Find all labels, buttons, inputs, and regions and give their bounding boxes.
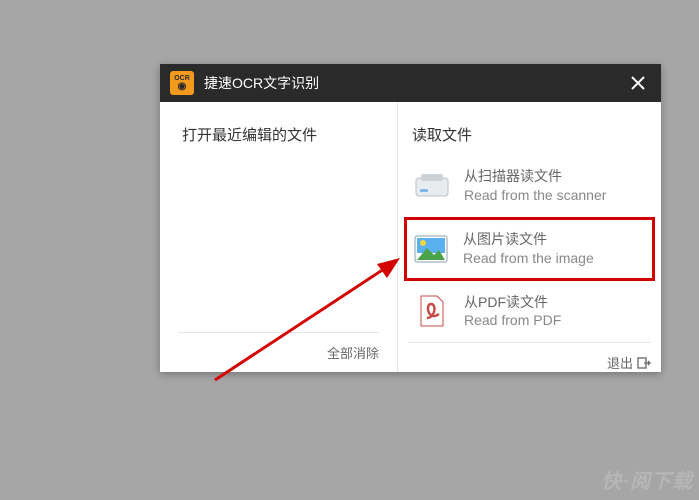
read-file-panel: 读取文件 从扫描器读文件 Read from the scanner [398, 102, 661, 372]
option-label-zh: 从扫描器读文件 [464, 167, 606, 186]
watermark-text: 快·阅下载 [601, 465, 693, 494]
read-from-scanner-option[interactable]: 从扫描器读文件 Read from the scanner [408, 159, 651, 213]
dialog-body: 打开最近编辑的文件 全部消除 读取文件 从扫描器读文件 Read from [160, 102, 661, 372]
scanner-icon [414, 168, 450, 204]
option-label-zh: 从图片读文件 [463, 230, 594, 249]
read-file-heading: 读取文件 [408, 124, 651, 145]
pdf-icon [414, 293, 450, 329]
option-label-en: Read from PDF [464, 311, 561, 330]
close-icon [631, 76, 645, 90]
read-from-pdf-option[interactable]: 从PDF读文件 Read from PDF [408, 285, 651, 339]
recent-files-panel: 打开最近编辑的文件 全部消除 [160, 102, 398, 372]
ocr-logo-icon: OCR◉ [170, 71, 194, 95]
option-label-zh: 从PDF读文件 [464, 293, 561, 312]
clear-all-button[interactable]: 全部消除 [327, 343, 379, 362]
dialog-title: 捷速OCR文字识别 [204, 73, 623, 93]
ocr-start-dialog: OCR◉ 捷速OCR文字识别 打开最近编辑的文件 全部消除 读取文件 [160, 64, 661, 372]
title-bar: OCR◉ 捷速OCR文字识别 [160, 64, 661, 102]
close-button[interactable] [623, 68, 653, 98]
read-from-image-option[interactable]: 从图片读文件 Read from the image [404, 217, 655, 281]
exit-icon [637, 356, 651, 370]
recent-files-heading: 打开最近编辑的文件 [178, 124, 379, 145]
option-label-en: Read from the scanner [464, 186, 606, 205]
exit-label: 退出 [607, 353, 633, 372]
image-icon [413, 231, 449, 267]
option-label-en: Read from the image [463, 249, 594, 268]
exit-button[interactable]: 退出 [607, 353, 651, 372]
